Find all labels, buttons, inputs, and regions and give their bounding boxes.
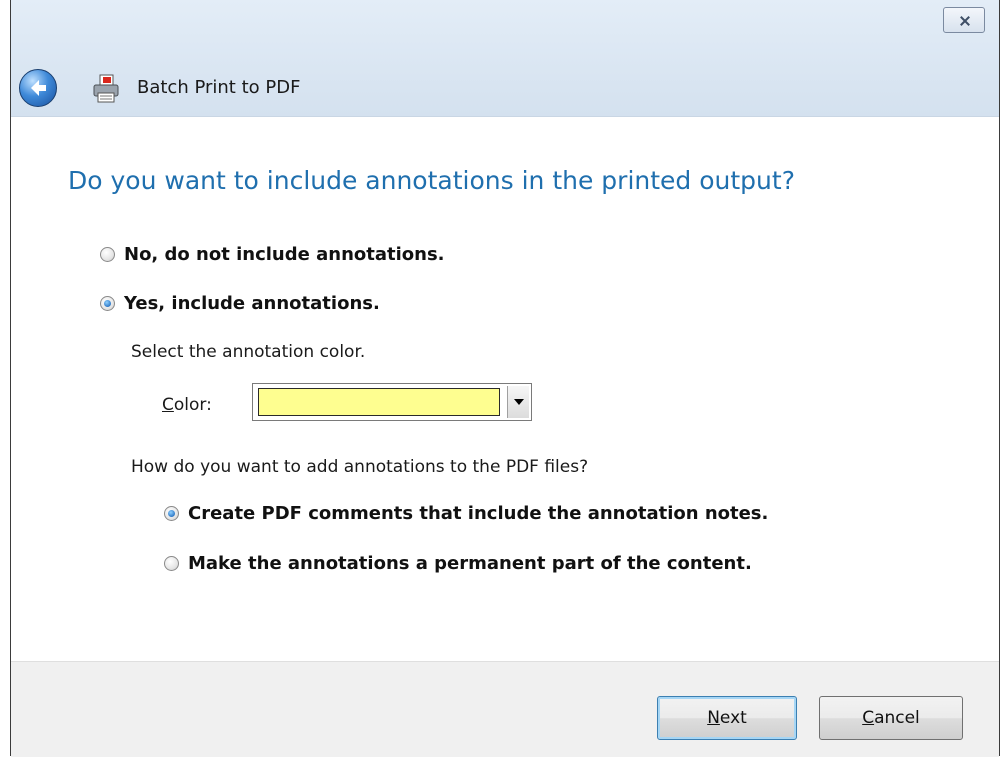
color-label: Color:: [162, 395, 212, 415]
cancel-button[interactable]: Cancel: [819, 696, 963, 740]
window-title: Batch Print to PDF: [137, 77, 301, 98]
next-accel: N: [707, 708, 720, 728]
close-icon[interactable]: [943, 7, 985, 33]
footer-bar: Next Cancel: [11, 661, 999, 757]
back-arrow-icon[interactable]: [19, 69, 57, 107]
radio-label: Make the annotations a permanent part of…: [188, 553, 752, 574]
printer-pdf-icon: [93, 74, 119, 103]
radio-button[interactable]: [100, 247, 115, 262]
radio-label: No, do not include annotations.: [124, 244, 445, 265]
next-button[interactable]: Next: [657, 696, 797, 740]
title-divider: [11, 116, 999, 117]
add-method-prompt: How do you want to add annotations to th…: [131, 457, 589, 477]
annotation-color-prompt: Select the annotation color.: [131, 342, 366, 362]
color-dropdown[interactable]: [252, 383, 532, 421]
radio-no-annotations[interactable]: No, do not include annotations.: [100, 244, 445, 265]
chevron-down-icon[interactable]: [507, 386, 529, 418]
title-bar: Batch Print to PDF: [11, 0, 999, 116]
radio-permanent-content[interactable]: Make the annotations a permanent part of…: [164, 553, 752, 574]
radio-button[interactable]: [100, 296, 115, 311]
radio-button[interactable]: [164, 506, 179, 521]
color-label-rest: olor:: [173, 395, 212, 415]
cancel-accel: C: [862, 708, 875, 728]
radio-label: Create PDF comments that include the ann…: [188, 503, 769, 524]
wizard-window: Batch Print to PDF Do you want to includ…: [10, 0, 1000, 757]
radio-label: Yes, include annotations.: [124, 293, 380, 314]
color-label-accel: C: [162, 395, 174, 415]
color-swatch: [258, 388, 500, 416]
radio-create-comments[interactable]: Create PDF comments that include the ann…: [164, 503, 768, 524]
page-heading: Do you want to include annotations in th…: [68, 166, 795, 195]
next-rest: ext: [719, 708, 747, 728]
radio-button[interactable]: [164, 556, 179, 571]
cancel-rest: ancel: [874, 708, 920, 728]
radio-yes-annotations[interactable]: Yes, include annotations.: [100, 293, 380, 314]
